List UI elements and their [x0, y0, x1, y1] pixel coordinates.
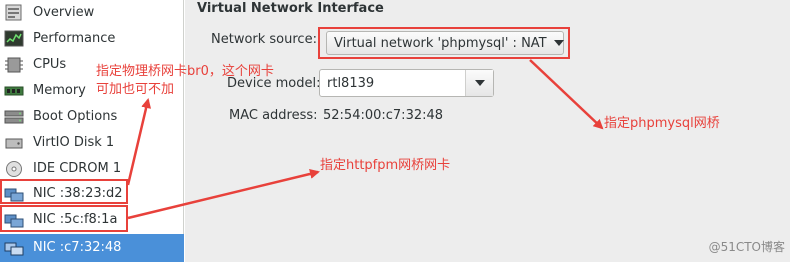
- sidebar-item-label: Boot Options: [33, 109, 118, 124]
- sidebar-item-label: Performance: [33, 31, 116, 46]
- disk-icon: [4, 134, 24, 152]
- sidebar-item-nic-c7-32-48[interactable]: NIC :c7:32:48: [0, 234, 184, 262]
- performance-icon: [4, 30, 24, 48]
- network-source-label: Network source:: [211, 32, 317, 47]
- sidebar-item-label: VirtIO Disk 1: [33, 135, 115, 150]
- boot-options-icon: [4, 108, 24, 126]
- device-model-input[interactable]: rtl8139: [320, 76, 465, 91]
- sidebar-item-virtio-disk[interactable]: VirtIO Disk 1: [0, 130, 184, 156]
- overview-icon: [4, 4, 24, 22]
- sidebar-item-label: Overview: [33, 5, 95, 20]
- sidebar-item-label: Memory: [33, 83, 86, 98]
- annotation-note-bridge-line2: 可加也可不加: [96, 82, 175, 97]
- sidebar-item-overview[interactable]: Overview: [0, 0, 184, 26]
- annotation-box-nic-5c-f8-1a: [0, 205, 128, 232]
- annotation-note-bridge-line1: 指定物理桥网卡br0，这个网卡: [96, 64, 274, 79]
- device-model-combo[interactable]: rtl8139: [319, 69, 494, 97]
- sidebar-item-label: NIC :c7:32:48: [33, 240, 122, 255]
- nic-icon: [4, 239, 24, 257]
- annotation-box-network-source: [318, 27, 570, 59]
- sidebar-item-performance[interactable]: Performance: [0, 26, 184, 52]
- section-title: Virtual Network Interface: [197, 1, 384, 16]
- device-model-dropdown-button[interactable]: [465, 70, 493, 96]
- sidebar-item-label: IDE CDROM 1: [33, 161, 122, 176]
- mac-address-label: MAC address:: [229, 108, 318, 123]
- annotation-note-phpmysql: 指定phpmysql网桥: [604, 116, 720, 131]
- mac-address-value: 52:54:00:c7:32:48: [323, 108, 444, 123]
- cpu-icon: [4, 56, 24, 74]
- annotation-box-nic-38-23-d2: [0, 179, 128, 204]
- sidebar-item-boot-options[interactable]: Boot Options: [0, 104, 184, 130]
- annotation-note-httpfpm: 指定httpfpm网桥网卡: [320, 158, 451, 173]
- cdrom-icon: [4, 160, 24, 178]
- sidebar-item-label: CPUs: [33, 57, 67, 72]
- watermark: @51CTO博客: [708, 240, 785, 254]
- memory-icon: [4, 82, 24, 100]
- chevron-down-icon: [474, 80, 485, 86]
